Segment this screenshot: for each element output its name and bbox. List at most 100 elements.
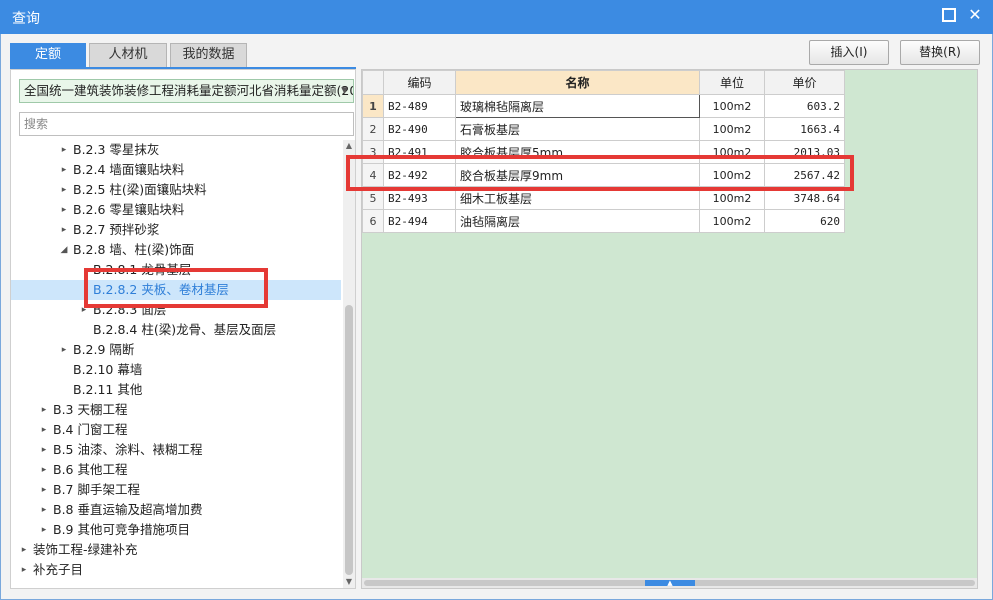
cell-price[interactable]: 603.2 <box>764 94 845 118</box>
tree-node[interactable]: ▸ B.2.6 零星镶贴块料 <box>11 200 341 220</box>
collapsed-arrow-icon[interactable]: ▸ <box>59 220 69 240</box>
cell-unit[interactable]: 100m2 <box>699 163 765 187</box>
cell-name[interactable]: 油毡隔离层 <box>455 209 700 233</box>
cell-code[interactable]: B2-490 <box>383 117 456 141</box>
scroll-down-icon[interactable]: ▼ <box>343 576 355 588</box>
collapsed-arrow-icon[interactable]: ▸ <box>19 560 29 580</box>
cell-name[interactable]: 石膏板基层 <box>455 117 700 141</box>
maximize-icon[interactable] <box>942 8 956 22</box>
table-row[interactable]: 1 B2-489 玻璃棉毡隔离层 100m2 603.2 <box>362 94 845 118</box>
collapsed-arrow-icon[interactable]: ▸ <box>59 200 69 220</box>
tree-node[interactable]: B.2.8.4 柱(梁)龙骨、基层及面层 <box>11 320 341 340</box>
cell-price[interactable]: 3748.64 <box>764 186 845 210</box>
column-header-price[interactable]: 单价 <box>764 70 845 95</box>
collapsed-arrow-icon[interactable]: ▸ <box>39 440 49 460</box>
collapsed-arrow-icon[interactable]: ▸ <box>39 460 49 480</box>
tree-node[interactable]: ▸ B.3 天棚工程 <box>11 400 341 420</box>
table-row[interactable]: 4 B2-492 胶合板基层厚9mm 100m2 2567.42 <box>362 163 845 187</box>
tree-node-label: B.3 天棚工程 <box>53 402 128 417</box>
cell-unit[interactable]: 100m2 <box>699 140 765 164</box>
insert-button[interactable]: 插入(I) <box>809 40 889 65</box>
collapsed-arrow-icon[interactable]: ▸ <box>59 140 69 160</box>
table-row[interactable]: 2 B2-490 石膏板基层 100m2 1663.4 <box>362 117 845 141</box>
column-header-name[interactable]: 名称 <box>455 70 700 95</box>
tab-my-data[interactable]: 我的数据 <box>170 43 247 67</box>
cell-name[interactable]: 玻璃棉毡隔离层 <box>455 94 700 118</box>
tree-node[interactable]: B.2.10 幕墙 <box>11 360 341 380</box>
table-row[interactable]: 3 B2-491 胶合板基层厚5mm 100m2 2013.03 <box>362 140 845 164</box>
scrollbar-thumb[interactable] <box>345 305 353 575</box>
title-bar: 查询 ✕ <box>0 0 993 34</box>
cell-unit[interactable]: 100m2 <box>699 209 765 233</box>
cell-unit[interactable]: 100m2 <box>699 186 765 210</box>
row-number[interactable]: 6 <box>362 209 384 233</box>
search-input[interactable] <box>19 112 354 136</box>
cell-unit[interactable]: 100m2 <box>699 94 765 118</box>
tree-node[interactable]: ▸ B.2.7 预拌砂浆 <box>11 220 341 240</box>
collapsed-arrow-icon[interactable]: ▸ <box>39 520 49 540</box>
row-number[interactable]: 1 <box>362 94 384 118</box>
tree-node[interactable]: ▸ B.6 其他工程 <box>11 460 341 480</box>
tree-node[interactable]: ▸ B.2.8.3 面层 <box>11 300 341 320</box>
tab-quota[interactable]: 定额 <box>10 43 86 67</box>
quota-grid-pane: 编码 名称 单位 单价 1 B2-489 玻璃棉毡隔离层 100m2 603.2 2 B2-… <box>361 69 978 589</box>
tree-node-label: B.8 垂直运输及超高增加费 <box>53 502 203 517</box>
collapse-handle[interactable]: ▲ <box>645 580 695 587</box>
cell-name[interactable]: 胶合板基层厚9mm <box>455 163 700 187</box>
collapsed-arrow-icon[interactable]: ▸ <box>59 180 69 200</box>
tree-node-label: B.5 油漆、涂料、裱糊工程 <box>53 442 203 457</box>
cell-name[interactable]: 胶合板基层厚5mm <box>455 140 700 164</box>
cell-code[interactable]: B2-491 <box>383 140 456 164</box>
collapsed-arrow-icon[interactable]: ▸ <box>19 540 29 560</box>
tree-node[interactable]: ◢ B.2.8 墙、柱(梁)饰面 <box>11 240 341 260</box>
collapsed-arrow-icon[interactable]: ▸ <box>79 300 89 320</box>
cell-code[interactable]: B2-492 <box>383 163 456 187</box>
tree-node[interactable]: ▸ B.9 其他可竞争措施项目 <box>11 520 341 540</box>
cell-price[interactable]: 2567.42 <box>764 163 845 187</box>
row-number[interactable]: 3 <box>362 140 384 164</box>
cell-code[interactable]: B2-494 <box>383 209 456 233</box>
tree-node[interactable]: ▸ B.2.9 隔断 <box>11 340 341 360</box>
collapsed-arrow-icon[interactable]: ▸ <box>59 340 69 360</box>
tree-node[interactable]: ▸ B.7 脚手架工程 <box>11 480 341 500</box>
expanded-arrow-icon[interactable]: ◢ <box>59 240 69 260</box>
row-number[interactable]: 2 <box>362 117 384 141</box>
cell-name[interactable]: 细木工板基层 <box>455 186 700 210</box>
cell-code[interactable]: B2-493 <box>383 186 456 210</box>
scroll-up-icon[interactable]: ▲ <box>343 140 355 152</box>
tree-node[interactable]: ▸ 装饰工程-绿建补充 <box>11 540 341 560</box>
tree-scrollbar[interactable]: ▲ ▼ <box>343 140 355 588</box>
tree-node[interactable]: ▸ B.2.5 柱(梁)面镶贴块料 <box>11 180 341 200</box>
quota-tree-pane: 全国统一建筑装饰装修工程消耗量定额河北省消耗量定额(20 ▼ ▸ B.2.3 零星… <box>10 69 356 589</box>
tree-node[interactable]: ▸ B.2.3 零星抹灰 <box>11 140 341 160</box>
tree-node[interactable]: B.2.11 其他 <box>11 380 341 400</box>
collapsed-arrow-icon[interactable]: ▸ <box>39 500 49 520</box>
tree-node[interactable]: ▸ B.4 门窗工程 <box>11 420 341 440</box>
column-header-unit[interactable]: 单位 <box>699 70 765 95</box>
close-icon[interactable]: ✕ <box>968 7 982 23</box>
tab-labor-material-machine[interactable]: 人材机 <box>89 43 167 67</box>
cell-price[interactable]: 620 <box>764 209 845 233</box>
cell-price[interactable]: 2013.03 <box>764 140 845 164</box>
cell-unit[interactable]: 100m2 <box>699 117 765 141</box>
table-row[interactable]: 5 B2-493 细木工板基层 100m2 3748.64 <box>362 186 845 210</box>
cell-code[interactable]: B2-489 <box>383 94 456 118</box>
table-row[interactable]: 6 B2-494 油毡隔离层 100m2 620 <box>362 209 845 233</box>
tree-node-label: B.7 脚手架工程 <box>53 482 140 497</box>
collapsed-arrow-icon[interactable]: ▸ <box>39 420 49 440</box>
tree-node[interactable]: ▸ 补充子目 <box>11 560 341 580</box>
tree-node[interactable]: ▸ B.8 垂直运输及超高增加费 <box>11 500 341 520</box>
tree-node[interactable]: B.2.8.2 夹板、卷材基层 <box>11 280 341 300</box>
quota-library-select[interactable]: 全国统一建筑装饰装修工程消耗量定额河北省消耗量定额(20 ▼ <box>19 79 354 103</box>
replace-button[interactable]: 替换(R) <box>900 40 980 65</box>
row-number[interactable]: 4 <box>362 163 384 187</box>
collapsed-arrow-icon[interactable]: ▸ <box>59 160 69 180</box>
tree-node[interactable]: ▸ B.5 油漆、涂料、裱糊工程 <box>11 440 341 460</box>
column-header-code[interactable]: 编码 <box>383 70 456 95</box>
collapsed-arrow-icon[interactable]: ▸ <box>39 480 49 500</box>
collapsed-arrow-icon[interactable]: ▸ <box>39 400 49 420</box>
tree-node[interactable]: ▸ B.2.4 墙面镶贴块料 <box>11 160 341 180</box>
tree-node[interactable]: B.2.8.1 龙骨基层 <box>11 260 341 280</box>
row-number[interactable]: 5 <box>362 186 384 210</box>
cell-price[interactable]: 1663.4 <box>764 117 845 141</box>
